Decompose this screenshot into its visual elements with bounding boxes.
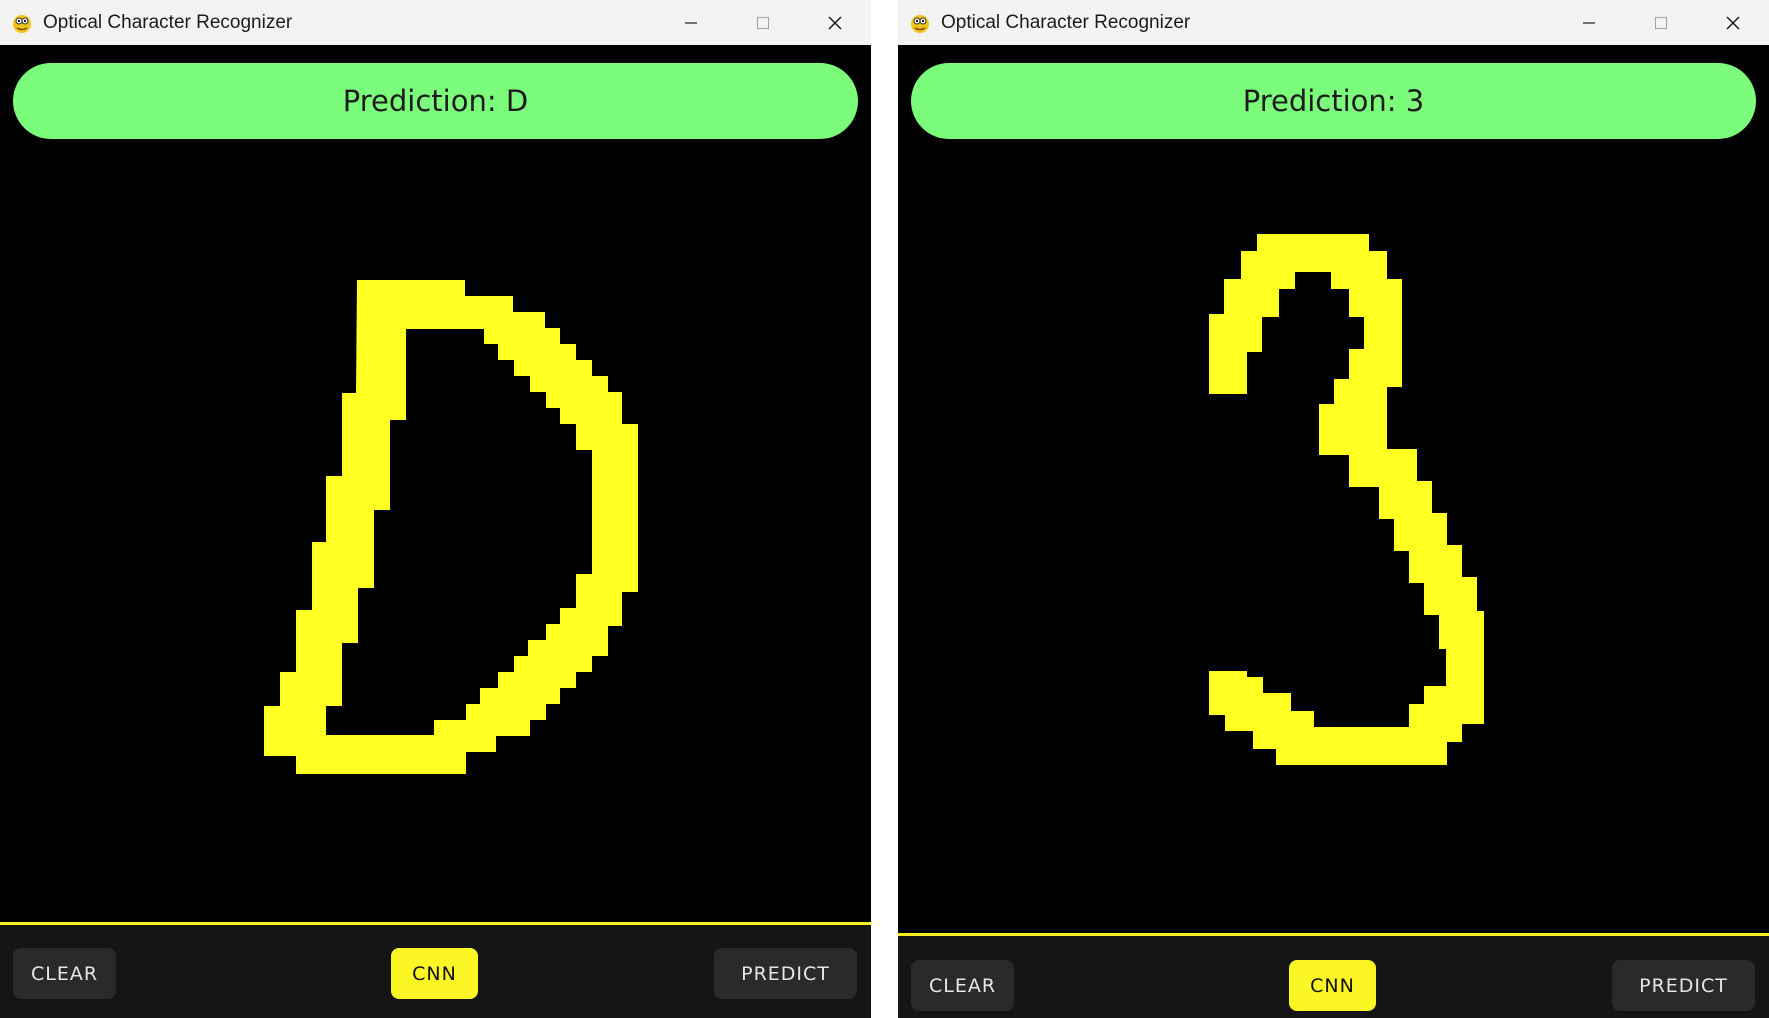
- window-controls: [655, 0, 871, 45]
- prediction-banner: Prediction: 3: [911, 63, 1756, 139]
- prediction-value: D: [505, 84, 529, 118]
- prediction-value: 3: [1405, 84, 1425, 118]
- maximize-icon[interactable]: [1625, 0, 1697, 45]
- title-bar[interactable]: Optical Character Recognizer: [898, 0, 1769, 45]
- ocr-window-right: Optical Character Recognizer Prediction:…: [898, 0, 1769, 1018]
- prediction-label: Prediction:: [1242, 84, 1397, 118]
- drawing-canvas[interactable]: [0, 150, 871, 922]
- minimize-icon[interactable]: [1553, 0, 1625, 45]
- model-toggle-button[interactable]: CNN: [1289, 960, 1376, 1011]
- pygame-snake-icon: [9, 10, 35, 36]
- prediction-banner: Prediction: D: [13, 63, 858, 139]
- prediction-label: Prediction:: [342, 84, 497, 118]
- minimize-icon[interactable]: [655, 0, 727, 45]
- ocr-window-left: Optical Character Recognizer Prediction:…: [0, 0, 871, 1018]
- model-toggle-button[interactable]: CNN: [391, 948, 478, 999]
- handwritten-3-stroke: [1209, 234, 1484, 765]
- pygame-snake-icon: [907, 10, 933, 36]
- predict-button[interactable]: PREDICT: [714, 948, 857, 999]
- window-title: Optical Character Recognizer: [941, 11, 1191, 33]
- maximize-icon[interactable]: [727, 0, 799, 45]
- clear-button[interactable]: CLEAR: [911, 960, 1014, 1011]
- close-icon[interactable]: [799, 0, 871, 45]
- window-controls: [1553, 0, 1769, 45]
- drawing-canvas[interactable]: [898, 150, 1769, 933]
- handwritten-d-stroke: [264, 280, 638, 774]
- bottom-toolbar: CLEAR CNN PREDICT: [0, 925, 871, 1018]
- title-bar[interactable]: Optical Character Recognizer: [0, 0, 871, 45]
- close-icon[interactable]: [1697, 0, 1769, 45]
- window-title: Optical Character Recognizer: [43, 11, 293, 33]
- predict-button[interactable]: PREDICT: [1612, 960, 1755, 1011]
- clear-button[interactable]: CLEAR: [13, 948, 116, 999]
- bottom-toolbar: CLEAR CNN PREDICT: [898, 936, 1769, 1018]
